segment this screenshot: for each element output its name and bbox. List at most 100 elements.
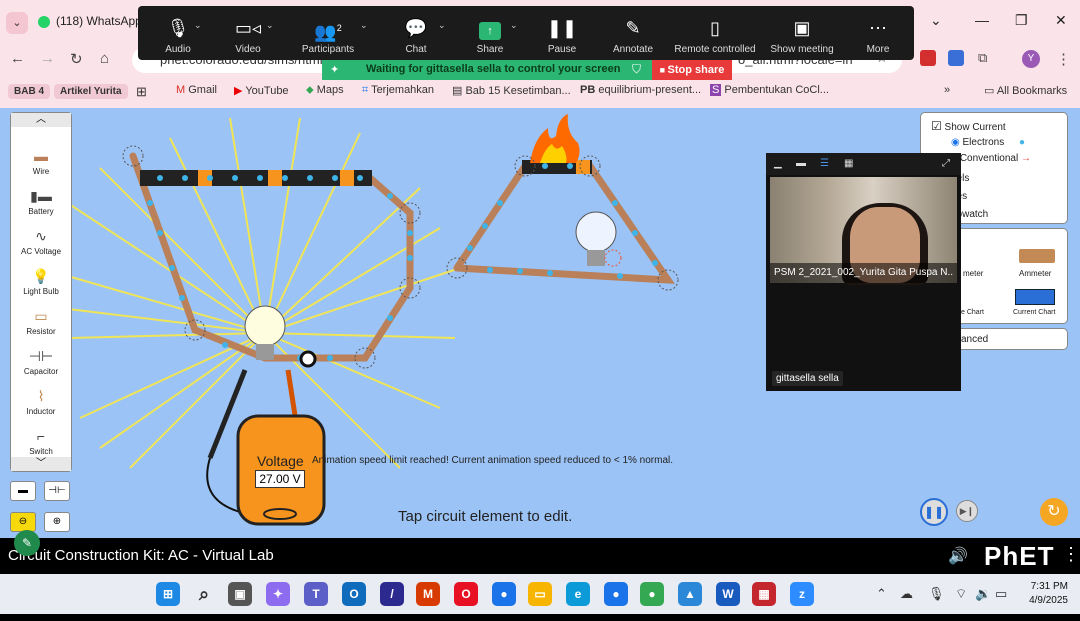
scroll-down-icon[interactable]: ﹀	[11, 457, 71, 471]
opera-icon[interactable]: O	[454, 582, 478, 606]
bookmark-bab4[interactable]: BAB 4	[8, 84, 51, 99]
apps-grid-icon[interactable]: ⊞	[136, 84, 147, 100]
speaker-view-icon[interactable]: ▬	[796, 158, 806, 169]
ammeter-tool[interactable]: Ammeter	[1019, 269, 1051, 278]
reload-icon[interactable]: ↻	[70, 50, 83, 68]
gallery-view-icon[interactable]: ▦	[844, 158, 853, 169]
close-window-button[interactable]: ✕	[1055, 12, 1067, 29]
toolbox-wire[interactable]: ▬ Wire	[11, 145, 71, 176]
chat-button[interactable]: 💬 Chat	[376, 6, 456, 60]
browser-menu-icon[interactable]: ⋮	[1056, 50, 1071, 68]
expand-icon[interactable]: ⤢	[942, 158, 950, 169]
stop-share-button[interactable]: ■ Stop share	[652, 60, 732, 80]
audio-button[interactable]: 🎙 Audio	[138, 6, 218, 60]
toolbox-resistor[interactable]: ▭ Resistor	[11, 305, 71, 336]
home-icon[interactable]: ⌂	[100, 50, 109, 67]
remote-controlled-button[interactable]: ▯ Remote controlled	[668, 6, 762, 60]
annotate-button[interactable]: ✎ Annotate	[593, 6, 673, 60]
lifelike-view-button[interactable]: ▬	[10, 481, 36, 501]
pause-share-button[interactable]: ❚❚ Pause	[522, 6, 602, 60]
share-caret-icon[interactable]: ⌄	[510, 20, 518, 31]
conventional-radio[interactable]: ○ Conventional →	[951, 153, 1031, 164]
avatar[interactable]: Y	[1022, 50, 1040, 68]
minimize-button[interactable]: —	[975, 12, 989, 28]
search-icon[interactable]: ⌕	[192, 582, 216, 606]
schematic-view-button[interactable]: ⊣⊢	[44, 481, 70, 501]
task-view-icon[interactable]: ▣	[228, 582, 252, 606]
right-circuit-wires[interactable]	[453, 162, 675, 284]
file-explorer-icon[interactable]: ▭	[528, 582, 552, 606]
sound-icon[interactable]: 🔊	[948, 546, 968, 566]
reset-button[interactable]: ↻	[1040, 498, 1068, 526]
extension-icon[interactable]	[920, 50, 936, 66]
switch-knob[interactable]	[299, 350, 317, 368]
cloud-icon[interactable]: ☁	[900, 586, 913, 602]
all-bookmarks[interactable]: ▭ All Bookmarks	[984, 84, 1067, 97]
battery-icon[interactable]: ▭	[995, 586, 1007, 602]
windows-start-icon[interactable]: ⊞	[156, 582, 180, 606]
forward-icon[interactable]: →	[40, 50, 55, 67]
pause-button[interactable]: ❚❚	[920, 498, 948, 526]
tray-chevron-icon[interactable]: ⌃	[876, 586, 887, 602]
maximize-button[interactable]: ❐	[1015, 12, 1028, 29]
tab-search-button[interactable]: ⌄	[6, 12, 28, 34]
app-icon[interactable]: /	[380, 582, 404, 606]
video-button[interactable]: ▭◃ Video	[208, 6, 288, 60]
video-caret-icon[interactable]: ⌄	[266, 20, 274, 31]
bookmark-maps[interactable]: ⬥ Maps	[306, 84, 344, 97]
toolbox-ac-voltage[interactable]: ∿ AC Voltage	[11, 225, 71, 256]
show-meeting-button[interactable]: ▣ Show meeting	[760, 6, 844, 60]
annotation-pen-icon[interactable]: ✎	[14, 530, 40, 556]
chrome-profile-icon[interactable]: ●	[604, 582, 628, 606]
toolbox-capacitor[interactable]: ⊣⊢ Capacitor	[11, 345, 71, 376]
back-icon[interactable]: ←	[10, 50, 25, 67]
phet-menu-icon[interactable]: ⋮	[1062, 544, 1080, 565]
microsoft365-icon[interactable]: M	[416, 582, 440, 606]
step-forward-button[interactable]: ▶❙	[956, 500, 978, 522]
tab-list-icon[interactable]: ⌄	[930, 12, 942, 29]
toolbox-inductor[interactable]: ⌇ Inductor	[11, 385, 71, 416]
electrons-radio[interactable]: ◉ Electrons ●	[951, 137, 1025, 148]
volume-icon[interactable]: 🔉	[975, 586, 991, 602]
minimize-icon[interactable]: ▁	[774, 158, 782, 169]
bookmark-bab15[interactable]: ▤ Bab 15 Kesetimban...	[452, 84, 571, 97]
audio-caret-icon[interactable]: ⌄	[194, 20, 202, 31]
puzzle-icon[interactable]: ⧉	[978, 50, 987, 66]
taskbar-clock[interactable]: 7:31 PM 4/9/2025	[1018, 580, 1068, 608]
photos-icon[interactable]: ▲	[678, 582, 702, 606]
wifi-icon[interactable]: ⌔	[955, 586, 967, 602]
bookmark-youtube[interactable]: ▶ YouTube	[234, 84, 289, 97]
more-button[interactable]: ⋯ More	[838, 6, 918, 60]
edge-icon[interactable]: e	[566, 582, 590, 606]
toolbox-switch[interactable]: ⌐ Switch	[11, 425, 71, 456]
voltage-chart-tool[interactable]: e Chart	[961, 309, 984, 316]
bookmark-artikel[interactable]: Artikel Yurita	[54, 84, 128, 99]
participants-button[interactable]: 👥2 Participants	[288, 6, 368, 60]
zoom-icon[interactable]: z	[790, 582, 814, 606]
light-bulb-right[interactable]	[575, 211, 622, 267]
other-app-icon[interactable]: ▦	[752, 582, 776, 606]
bookmark-translate[interactable]: ⌗ Terjemahkan	[362, 84, 434, 97]
scroll-up-icon[interactable]: ︿	[11, 113, 71, 127]
zoom-in-icon[interactable]: ⊕	[44, 512, 70, 532]
show-current-checkbox[interactable]: ☑ Show Current	[931, 119, 1006, 133]
zoom-out-icon[interactable]: ⊖	[10, 512, 36, 532]
toolbox-battery[interactable]: ▮▬ Battery	[11, 185, 71, 216]
phet-logo[interactable]: PhET	[984, 541, 1054, 572]
more-bookmarks-icon[interactable]: »	[944, 84, 950, 96]
toolbox-light-bulb[interactable]: 💡 Light Bulb	[11, 265, 71, 296]
chrome-icon[interactable]: ●	[492, 582, 516, 606]
chrome-profile2-icon[interactable]: ●	[640, 582, 664, 606]
strip-view-icon[interactable]: ☰	[820, 158, 829, 169]
bookmark-pembentukan[interactable]: S Pembentukan CoCl...	[710, 84, 829, 96]
current-chart-tool[interactable]: Current Chart	[1013, 309, 1055, 316]
share-button[interactable]: ↑ Share	[450, 6, 530, 60]
bookmark-gmail[interactable]: M Gmail	[176, 84, 217, 96]
chat-caret-icon[interactable]: ⌄	[438, 20, 446, 31]
word-icon[interactable]: W	[716, 582, 740, 606]
copilot-icon[interactable]: ✦	[266, 582, 290, 606]
outlook-icon[interactable]: O	[342, 582, 366, 606]
teams-icon[interactable]: T	[304, 582, 328, 606]
tab-whatsapp[interactable]: (118) WhatsApp	[38, 14, 142, 28]
extension2-icon[interactable]	[948, 50, 964, 66]
